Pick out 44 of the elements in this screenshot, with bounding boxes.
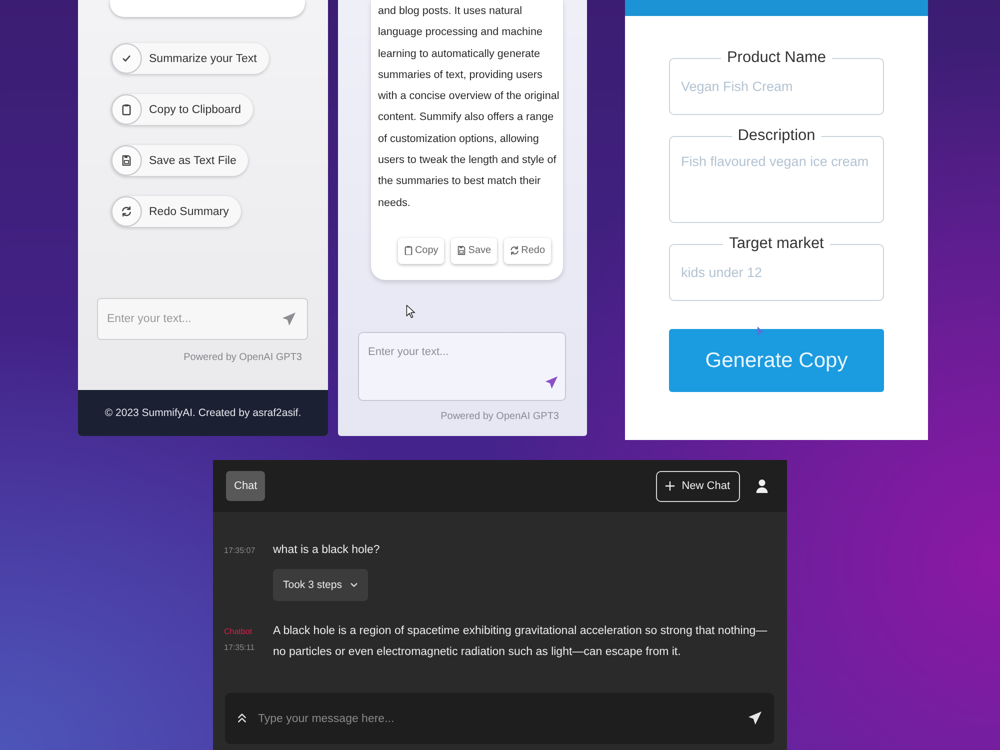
text-input-field[interactable]: Enter your text... <box>358 332 566 401</box>
refresh-icon <box>111 196 142 227</box>
send-icon[interactable] <box>748 711 762 725</box>
powered-by-text: Powered by OpenAI GPT3 <box>184 352 302 364</box>
message-text: what is a black hole? <box>273 543 380 558</box>
message-text: A black hole is a region of spacetime exhibiting gravitational acceleration so strong that nothing—no particles or even electromagnetic radiation such as light—can escape from it. <box>273 624 768 660</box>
floppy-disk-icon <box>111 145 142 176</box>
action-button[interactable]: Save as Text File <box>111 145 248 176</box>
sender-name: Chatbot <box>224 627 254 637</box>
chat-button[interactable]: Chat <box>226 471 266 501</box>
summary-action-button[interactable]: Copy <box>398 238 444 264</box>
text-input-field[interactable]: Enter your text... <box>97 298 308 340</box>
summary-action-button[interactable]: Redo <box>504 238 551 264</box>
summary-action-button[interactable]: Save <box>451 238 498 264</box>
double-chevron-up-icon[interactable] <box>237 712 247 724</box>
outlined-text-field[interactable]: Target market kids under 12 <box>669 234 884 301</box>
action-button[interactable]: Redo Summary <box>111 196 241 227</box>
pointer-icon <box>757 326 764 337</box>
new-chat-button[interactable]: New Chat <box>656 470 740 502</box>
text-input-field[interactable]: Vegan Fish Cream <box>679 68 874 104</box>
chevron-down-icon <box>350 581 358 589</box>
outlined-text-field[interactable]: Description Fish flavoured vegan ice cream <box>669 126 884 223</box>
message-input-field[interactable]: Type your message here... <box>225 693 774 744</box>
steps-button[interactable]: Took 3 steps <box>273 569 368 601</box>
field-label: Description <box>736 126 816 146</box>
outlined-text-field[interactable]: Product Name Vegan Fish Cream <box>669 48 884 115</box>
refresh-icon <box>510 246 520 256</box>
action-button[interactable]: Summarize your Text <box>111 43 269 74</box>
text-area-field[interactable]: Fish flavoured vegan ice cream <box>679 146 874 212</box>
powered-by-text: Powered by OpenAI GPT3 <box>440 410 559 423</box>
message-time: 17:35:07 <box>224 546 256 556</box>
text-input-field[interactable]: kids under 12 <box>679 254 874 290</box>
plus-icon <box>664 481 675 491</box>
summary-text: and blog posts. It uses natural language processing and machine learning to automatically generate summaries of text, providing users with a concise overview of the original content. Summify also offers a range of customization options, allowing users to tweak the length and style of the summaries to best match their needs. <box>378 4 560 211</box>
clipboard-icon <box>111 94 142 125</box>
action-button[interactable]: Copy to Clipboard <box>111 94 254 125</box>
message-time: 17:35:11 <box>224 643 256 653</box>
check-icon <box>111 43 142 74</box>
clipboard-icon <box>404 246 413 256</box>
user-icon[interactable] <box>756 479 768 493</box>
pointer-icon <box>406 302 415 321</box>
copyright-text: © 2023 SummifyAI. Created by asraf2asif. <box>104 407 302 419</box>
field-label: Product Name <box>726 48 828 68</box>
field-label: Target market <box>728 234 825 254</box>
